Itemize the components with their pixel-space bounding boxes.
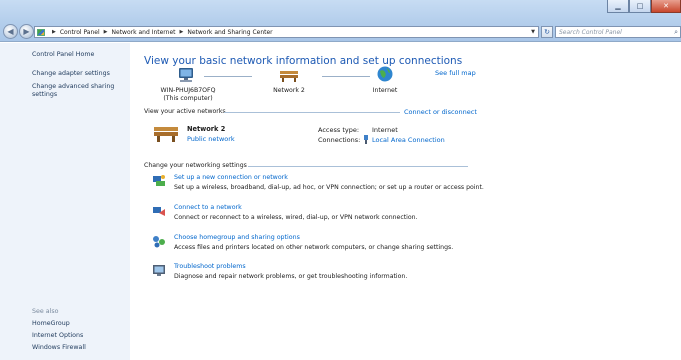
task-troubleshoot-desc: Diagnose and repair network problems, or… [174,273,408,280]
minimize-button[interactable]: ▁ [607,0,629,13]
sidebar-item-internet-options[interactable]: Internet Options [32,332,83,340]
globe-icon [377,66,393,82]
this-computer-label: (This computer) [163,95,213,102]
chevron-right-icon[interactable]: ▶ [180,29,184,35]
internet-map-label: Internet [372,87,398,94]
task-connect-network-link[interactable]: Connect to a network [174,204,242,211]
search-placeholder: Search Control Panel [559,28,622,36]
task-homegroup-desc: Access files and printers located on oth… [174,244,454,251]
window-controls: ▁ □ ✕ [607,0,681,13]
see-also-heading: See also [32,308,59,315]
control-panel-icon [37,28,45,36]
local-area-connection-link[interactable]: Local Area Connection [372,136,445,144]
breadcrumb-control-panel[interactable]: Control Panel [60,29,100,36]
back-arrow-icon: ◀ [7,27,14,36]
forward-arrow-icon: ▶ [23,27,30,36]
access-type-value: Internet [372,126,398,134]
homegroup-icon [153,236,165,248]
maximize-button[interactable]: □ [629,0,651,13]
network-type-link[interactable]: Public network [187,135,235,143]
task-new-connection-link[interactable]: Set up a new connection or network [174,174,288,181]
task-new-connection-desc: Set up a wireless, broadband, dial-up, a… [174,184,484,191]
connect-network-icon [153,207,165,216]
access-type-label: Access type: [318,126,360,134]
computer-icon [179,68,193,82]
task-troubleshoot-link[interactable]: Troubleshoot problems [174,263,246,270]
breadcrumb-network-sharing-center[interactable]: Network and Sharing Center [187,29,272,36]
back-button[interactable]: ◀ [3,24,18,39]
forward-button[interactable]: ▶ [19,24,34,39]
close-button[interactable]: ✕ [651,0,681,13]
task-homegroup-link[interactable]: Choose homegroup and sharing options [174,234,300,241]
page-title: View your basic network information and … [144,55,463,67]
new-connection-icon [153,175,165,186]
section-divider [248,166,468,167]
section-divider [224,112,400,113]
network-bench-icon [280,71,298,82]
connect-or-disconnect-link[interactable]: Connect or disconnect [404,108,477,116]
connections-label: Connections: [318,136,361,144]
task-connect-network-desc: Connect or reconnect to a wireless, wire… [174,214,418,221]
map-connector-line [322,76,370,77]
map-connector-line [204,76,252,77]
breadcrumb-network-internet[interactable]: Network and Internet [112,29,176,36]
refresh-button[interactable]: ↻ [541,26,553,38]
sidebar-item-homegroup[interactable]: HomeGroup [32,320,70,328]
address-dropdown-icon[interactable]: ▼ [531,29,535,35]
active-networks-heading: View your active networks [144,108,226,115]
chevron-right-icon[interactable]: ▶ [52,29,56,35]
computer-name-label: WIN-PHUJ6B7OFQ [160,87,216,94]
networking-settings-heading: Change your networking settings [144,162,247,169]
sidebar: Control Panel Home Change adapter settin… [0,43,130,360]
search-input[interactable]: Search Control Panel ⌕ [555,26,681,38]
address-bar[interactable]: ▶ Control Panel ▶ Network and Internet ▶… [34,26,539,38]
sidebar-item-change-advanced-sharing[interactable]: Change advanced sharing settings [32,83,122,99]
active-network-name: Network 2 [187,125,226,133]
ethernet-plug-icon [364,135,368,144]
sidebar-item-change-adapter-settings[interactable]: Change adapter settings [32,70,110,78]
network-map-label: Network 2 [273,87,305,94]
see-full-map-link[interactable]: See full map [435,69,476,77]
network-bench-icon [154,127,178,142]
chevron-right-icon[interactable]: ▶ [104,29,108,35]
search-icon[interactable]: ⌕ [674,28,678,37]
sidebar-item-control-panel-home[interactable]: Control Panel Home [32,51,94,59]
title-bar: ▁ □ ✕ ◀ ▶ ▶ Control Panel ▶ Network and … [0,0,681,42]
sidebar-item-windows-firewall[interactable]: Windows Firewall [32,344,86,352]
main-content: View your basic network information and … [130,43,681,360]
refresh-icon: ↻ [544,28,550,36]
troubleshoot-icon [153,265,165,276]
